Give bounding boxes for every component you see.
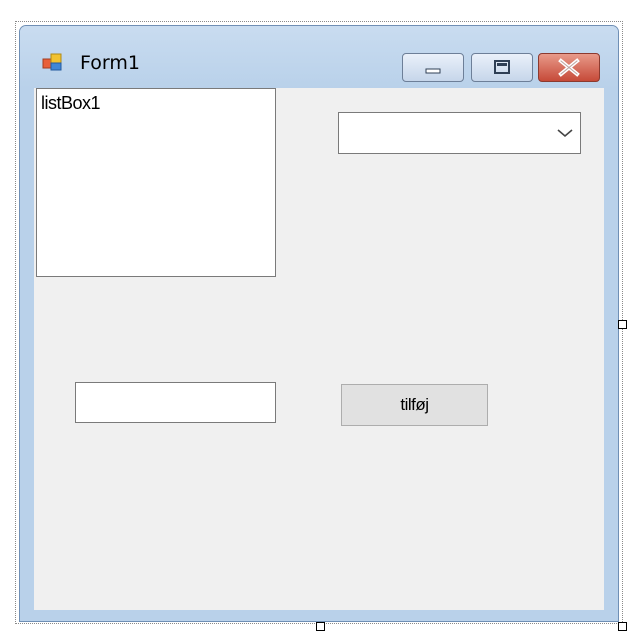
listbox[interactable]: listBox1 [36,88,276,277]
minimize-button[interactable] [402,53,464,82]
window-title: Form1 [80,52,140,74]
chevron-down-icon[interactable] [556,125,574,141]
resize-handle-bottom[interactable] [316,622,325,631]
title-bar[interactable]: Form1 [20,26,618,88]
close-button[interactable] [538,53,600,82]
resize-handle-corner[interactable] [618,622,627,631]
maximize-button[interactable] [471,53,533,82]
close-icon [558,58,580,77]
list-item[interactable]: listBox1 [41,93,101,113]
maximize-icon [494,60,510,74]
text-input[interactable] [75,382,276,423]
minimize-icon [425,68,441,74]
designer-surface: Form1 listBox1 tilføj [0,0,643,631]
form-client-area: listBox1 tilføj [34,88,604,610]
add-button[interactable]: tilføj [341,384,488,426]
combobox[interactable] [338,112,581,154]
form-window: Form1 listBox1 tilføj [19,25,619,622]
form-app-icon [42,53,62,71]
resize-handle-right[interactable] [618,320,627,329]
